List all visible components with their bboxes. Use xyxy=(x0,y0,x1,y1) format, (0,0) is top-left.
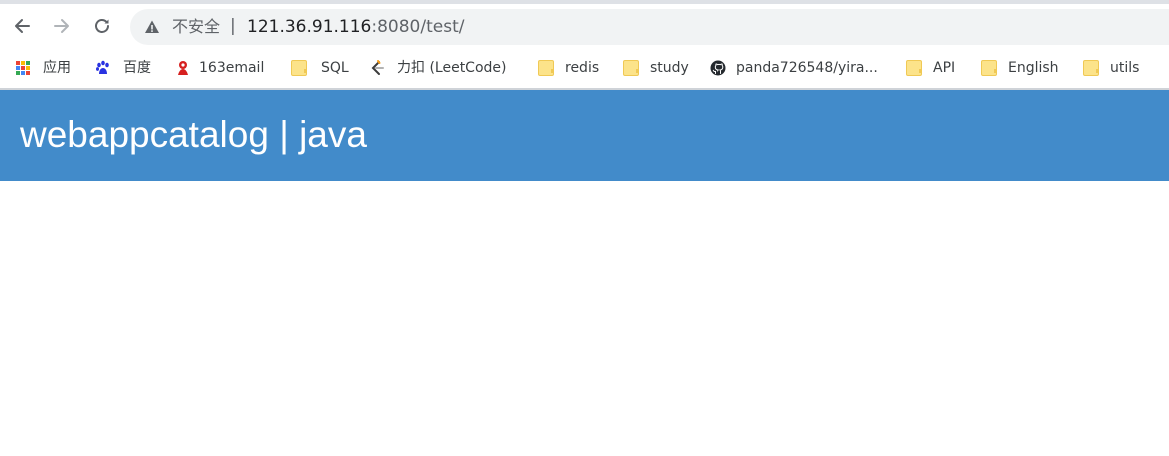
url-host: 121.36.91.116 xyxy=(247,17,372,37)
address-bar[interactable]: 不安全 | 121.36.91.116:8080/test/ xyxy=(130,9,1169,45)
browser-toolbar: 不安全 | 121.36.91.116:8080/test/ xyxy=(0,4,1169,48)
bookmark-folder-redis[interactable]: redis xyxy=(537,57,599,79)
bookmark-label: utils xyxy=(1110,60,1140,76)
folder-icon xyxy=(981,60,997,76)
back-button[interactable] xyxy=(8,12,36,40)
github-icon xyxy=(710,60,726,76)
netease-163-icon xyxy=(178,61,188,75)
bookmark-leetcode[interactable]: 力扣 (LeetCode) xyxy=(369,57,506,79)
arrow-right-icon xyxy=(54,19,69,33)
folder-icon xyxy=(291,60,307,76)
bookmark-label: 力扣 (LeetCode) xyxy=(397,60,507,76)
bookmark-163email[interactable]: 163email xyxy=(175,57,264,79)
forward-button[interactable] xyxy=(48,12,76,40)
bookmark-label: 应用 xyxy=(43,60,71,76)
folder-icon xyxy=(538,60,554,76)
bookmark-label: redis xyxy=(565,60,600,76)
bookmark-folder-sql[interactable]: SQL xyxy=(290,57,349,79)
folder-icon xyxy=(623,60,639,76)
bookmark-baidu[interactable]: 百度 xyxy=(95,57,151,79)
bookmark-folder-utils[interactable]: utils xyxy=(1082,57,1139,79)
bookmark-label: API xyxy=(933,60,956,76)
bookmark-label: study xyxy=(650,60,689,76)
reload-button[interactable] xyxy=(88,12,116,40)
bookmark-apps[interactable]: 应用 xyxy=(15,57,71,79)
page-content xyxy=(0,181,1169,456)
apps-grid-icon xyxy=(16,61,30,75)
bookmark-label: 163email xyxy=(199,60,265,76)
folder-icon xyxy=(906,60,922,76)
bookmark-label: SQL xyxy=(321,60,349,76)
bookmark-folder-study[interactable]: study xyxy=(622,57,689,79)
folder-icon xyxy=(1083,60,1099,76)
url-separator: | xyxy=(230,16,236,36)
url-path: :8080/test/ xyxy=(371,17,465,37)
arrow-left-icon xyxy=(15,19,30,33)
page-title: webappcatalog | java xyxy=(20,114,367,155)
bookmarks-bar: 应用 百度 163email SQL 力扣 (LeetCode) redis s… xyxy=(0,48,1169,88)
bookmark-label: panda726548/yira... xyxy=(736,60,878,76)
warning-triangle-icon xyxy=(145,20,159,33)
page-header: webappcatalog | java xyxy=(0,90,1169,181)
leetcode-icon xyxy=(371,60,384,75)
security-status-label[interactable]: 不安全 xyxy=(172,17,220,37)
reload-icon xyxy=(95,19,109,33)
bookmark-folder-api[interactable]: API xyxy=(905,57,955,79)
bookmark-label: 百度 xyxy=(123,60,151,76)
bookmark-folder-english[interactable]: English xyxy=(980,57,1059,79)
bookmark-label: English xyxy=(1008,60,1059,76)
bookmark-github[interactable]: panda726548/yira... xyxy=(710,57,878,79)
baidu-paw-icon xyxy=(96,60,109,74)
url-text[interactable]: 121.36.91.116:8080/test/ xyxy=(247,16,464,38)
